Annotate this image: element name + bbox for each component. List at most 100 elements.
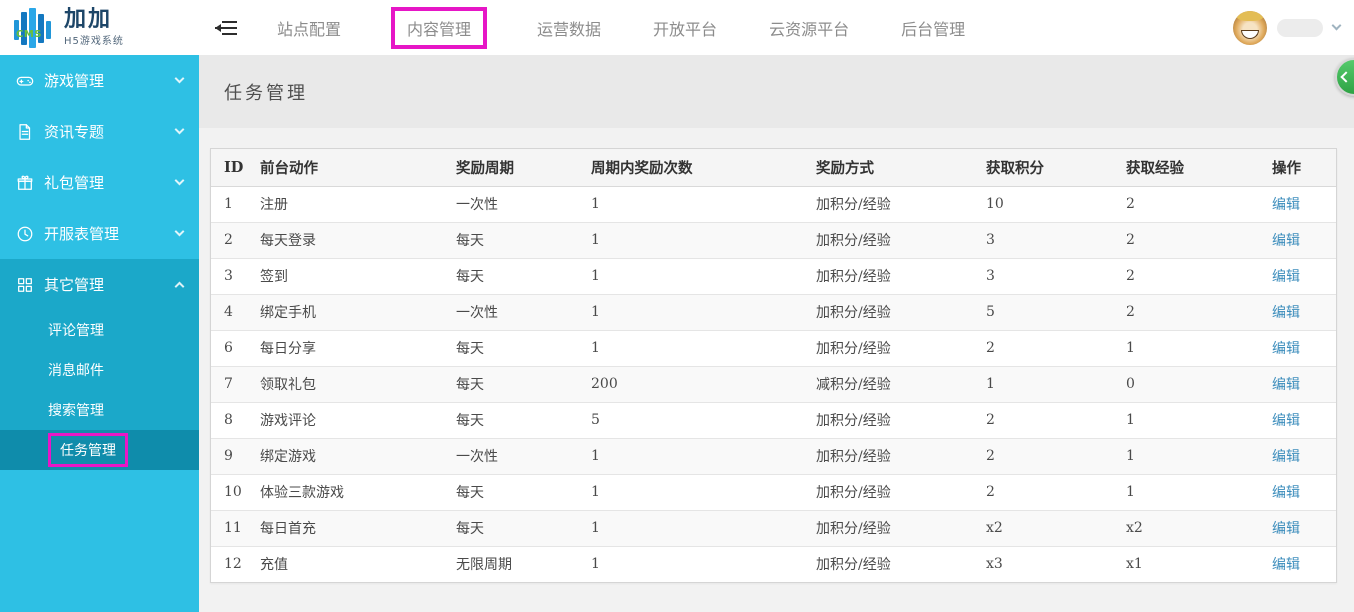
sidebar-item-礼包管理[interactable]: 礼包管理 bbox=[0, 157, 199, 208]
cell-points: 1 bbox=[978, 366, 1118, 402]
cell-action: 注册 bbox=[252, 186, 448, 222]
sidebar-item-label: 游戏管理 bbox=[44, 70, 176, 91]
cell-action: 每日首充 bbox=[252, 510, 448, 546]
table-row: 2每天登录每天1加积分/经验32编辑 bbox=[211, 222, 1336, 258]
cell-points: 2 bbox=[978, 402, 1118, 438]
sidebar-subitem-评论管理[interactable]: 评论管理 bbox=[0, 310, 199, 350]
cell-exp: 1 bbox=[1118, 438, 1264, 474]
sidebar-item-开服表管理[interactable]: 开服表管理 bbox=[0, 208, 199, 259]
edit-link[interactable]: 编辑 bbox=[1272, 521, 1300, 537]
cell-times: 1 bbox=[583, 474, 808, 510]
cell-exp: 1 bbox=[1118, 330, 1264, 366]
edit-link[interactable]: 编辑 bbox=[1272, 377, 1300, 393]
cell-id: 6 bbox=[211, 330, 252, 366]
nav-item-link[interactable]: 开放平台 bbox=[651, 10, 719, 46]
edit-link[interactable]: 编辑 bbox=[1272, 305, 1300, 321]
cell-times: 1 bbox=[583, 294, 808, 330]
nav-item-link[interactable]: 后台管理 bbox=[899, 10, 967, 46]
cell-cycle: 每天 bbox=[448, 330, 583, 366]
edit-link[interactable]: 编辑 bbox=[1272, 449, 1300, 465]
sidebar-toggle-icon[interactable] bbox=[215, 20, 237, 36]
cell-times: 1 bbox=[583, 330, 808, 366]
cell-exp: 0 bbox=[1118, 366, 1264, 402]
cell-points: 2 bbox=[978, 474, 1118, 510]
cell-exp: 1 bbox=[1118, 402, 1264, 438]
cell-times: 1 bbox=[583, 186, 808, 222]
cell-times: 1 bbox=[583, 222, 808, 258]
edit-link[interactable]: 编辑 bbox=[1272, 413, 1300, 429]
cell-times: 1 bbox=[583, 546, 808, 582]
cell-times: 200 bbox=[583, 366, 808, 402]
chevron-down-icon bbox=[175, 74, 185, 84]
edit-link[interactable]: 编辑 bbox=[1272, 485, 1300, 501]
cell-points: x3 bbox=[978, 546, 1118, 582]
cell-cycle: 每天 bbox=[448, 366, 583, 402]
cell-exp: 2 bbox=[1118, 186, 1264, 222]
cell-id: 1 bbox=[211, 186, 252, 222]
logo-cms-text: CMS bbox=[16, 29, 42, 40]
cell-id: 10 bbox=[211, 474, 252, 510]
table-row: 11每日首充每天1加积分/经验x2x2编辑 bbox=[211, 510, 1336, 546]
sidebar-item-label: 资讯专题 bbox=[44, 121, 176, 142]
cell-exp: 1 bbox=[1118, 474, 1264, 510]
table-row: 12充值无限周期1加积分/经验x3x1编辑 bbox=[211, 546, 1336, 582]
cell-cycle: 每天 bbox=[448, 258, 583, 294]
cell-mode: 加积分/经验 bbox=[808, 186, 978, 222]
edit-link[interactable]: 编辑 bbox=[1272, 269, 1300, 285]
cell-points: 10 bbox=[978, 186, 1118, 222]
title-band: 任务管理 bbox=[199, 55, 1354, 128]
cell-times: 1 bbox=[583, 510, 808, 546]
table-card: ID前台动作奖励周期周期内奖励次数奖励方式获取积分获取经验操作 1注册一次性1加… bbox=[210, 148, 1337, 583]
cell-cycle: 一次性 bbox=[448, 438, 583, 474]
cell-id: 3 bbox=[211, 258, 252, 294]
column-header: 获取积分 bbox=[978, 149, 1118, 186]
cell-action: 充值 bbox=[252, 546, 448, 582]
cell-cycle: 每天 bbox=[448, 474, 583, 510]
cell-exp: x2 bbox=[1118, 510, 1264, 546]
cell-cycle: 每天 bbox=[448, 222, 583, 258]
table-row: 7领取礼包每天200减积分/经验10编辑 bbox=[211, 366, 1336, 402]
cell-action: 绑定游戏 bbox=[252, 438, 448, 474]
username-redacted bbox=[1277, 19, 1323, 37]
sidebar-subitem-label: 搜索管理 bbox=[48, 400, 104, 420]
column-header: 奖励周期 bbox=[448, 149, 583, 186]
cell-action: 绑定手机 bbox=[252, 294, 448, 330]
cell-id: 2 bbox=[211, 222, 252, 258]
brand-name: 加加 bbox=[64, 8, 124, 32]
grid-icon bbox=[16, 276, 34, 294]
sidebar-item-label: 其它管理 bbox=[44, 274, 176, 295]
sidebar-subitem-任务管理[interactable]: 任务管理 bbox=[0, 430, 199, 470]
app-logo[interactable]: CMS 加加 H5游戏系统 bbox=[0, 0, 199, 55]
nav-item-link[interactable]: 站点配置 bbox=[275, 10, 343, 46]
cell-points: 2 bbox=[978, 438, 1118, 474]
edit-link[interactable]: 编辑 bbox=[1272, 233, 1300, 249]
page-title: 任务管理 bbox=[224, 79, 308, 105]
cell-exp: 2 bbox=[1118, 222, 1264, 258]
cell-times: 1 bbox=[583, 258, 808, 294]
sidebar-subitem-搜索管理[interactable]: 搜索管理 bbox=[0, 390, 199, 430]
nav-item-link[interactable]: 云资源平台 bbox=[767, 10, 851, 46]
cell-exp: 2 bbox=[1118, 294, 1264, 330]
task-table: ID前台动作奖励周期周期内奖励次数奖励方式获取积分获取经验操作 1注册一次性1加… bbox=[211, 149, 1336, 582]
sidebar-item-资讯专题[interactable]: 资讯专题 bbox=[0, 106, 199, 157]
table-row: 6每日分享每天1加积分/经验21编辑 bbox=[211, 330, 1336, 366]
cell-exp: x1 bbox=[1118, 546, 1264, 582]
nav-item-link[interactable]: 运营数据 bbox=[535, 10, 603, 46]
edit-link[interactable]: 编辑 bbox=[1272, 557, 1300, 573]
nav-item-active[interactable]: 内容管理 bbox=[391, 7, 487, 49]
cell-exp: 2 bbox=[1118, 258, 1264, 294]
edit-link[interactable]: 编辑 bbox=[1272, 341, 1300, 357]
sidebar-item-游戏管理[interactable]: 游戏管理 bbox=[0, 55, 199, 106]
sidebar-subitem-消息邮件[interactable]: 消息邮件 bbox=[0, 350, 199, 390]
cell-id: 11 bbox=[211, 510, 252, 546]
cell-mode: 加积分/经验 bbox=[808, 330, 978, 366]
cell-mode: 加积分/经验 bbox=[808, 294, 978, 330]
main-content: 任务管理 ID前台动作奖励周期周期内奖励次数奖励方式获取积分获取经验操作 1注册… bbox=[199, 55, 1354, 612]
avatar[interactable] bbox=[1233, 11, 1267, 45]
sidebar-item-其它管理[interactable]: 其它管理 bbox=[0, 259, 199, 310]
cell-points: 2 bbox=[978, 330, 1118, 366]
chevron-down-icon[interactable] bbox=[1332, 21, 1342, 31]
chevron-down-icon bbox=[175, 227, 185, 237]
table-row: 1注册一次性1加积分/经验102编辑 bbox=[211, 186, 1336, 222]
edit-link[interactable]: 编辑 bbox=[1272, 197, 1300, 213]
